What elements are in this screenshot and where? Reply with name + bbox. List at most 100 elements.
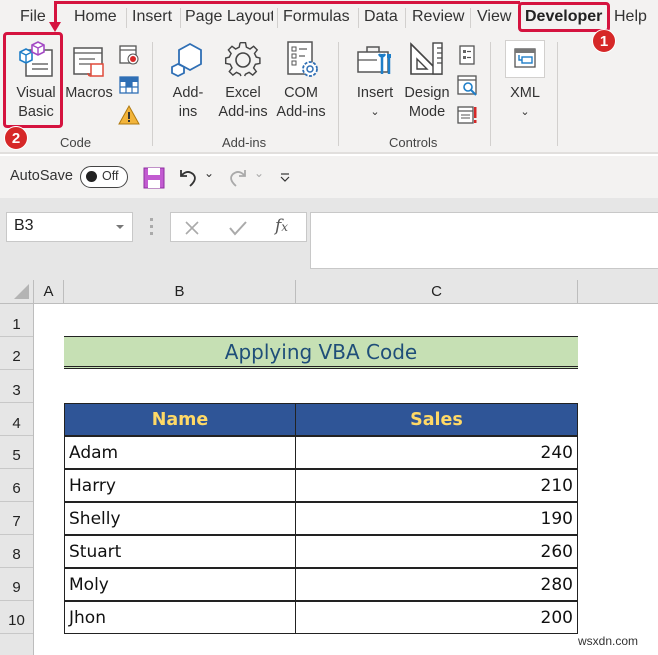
xml-button[interactable]: XML ⌄ bbox=[505, 40, 545, 122]
design-mode-button[interactable]: Design Mode bbox=[402, 40, 452, 122]
row-header-10[interactable]: 10 bbox=[0, 601, 33, 634]
com-add-ins-button[interactable]: COM Add-ins bbox=[272, 40, 330, 122]
formula-input[interactable] bbox=[310, 212, 658, 269]
cell-name[interactable]: Moly bbox=[64, 568, 296, 601]
macros-button[interactable]: Macros bbox=[64, 40, 114, 103]
row-header-4[interactable]: 4 bbox=[0, 403, 33, 436]
row-header-8[interactable]: 8 bbox=[0, 535, 33, 568]
cell-sales[interactable]: 210 bbox=[295, 469, 578, 502]
cell-sales[interactable]: 260 bbox=[295, 535, 578, 568]
customize-qat-icon[interactable] bbox=[279, 172, 291, 184]
row-header-3[interactable]: 3 bbox=[0, 370, 33, 403]
column-header-b[interactable]: B bbox=[64, 280, 296, 304]
group-divider bbox=[338, 42, 339, 146]
step-1-badge: 1 bbox=[592, 29, 616, 53]
header-name[interactable]: Name bbox=[64, 403, 296, 436]
enter-check-icon[interactable] bbox=[229, 220, 247, 236]
properties-icon[interactable] bbox=[456, 44, 478, 66]
design-mode-label-1: Design bbox=[404, 85, 450, 101]
controls-group-label: Controls bbox=[389, 135, 438, 150]
redo-dropdown-icon[interactable]: ⌄ bbox=[254, 166, 264, 180]
tab-help[interactable]: Help bbox=[614, 6, 647, 28]
row-header-7[interactable]: 7 bbox=[0, 502, 33, 535]
view-code-icon[interactable] bbox=[456, 74, 478, 96]
insert-control-label: Insert bbox=[356, 85, 394, 101]
sheet-title-cell[interactable]: Applying VBA Code bbox=[64, 336, 578, 369]
design-mode-label-2: Mode bbox=[408, 104, 446, 120]
redo-icon[interactable] bbox=[227, 166, 249, 188]
tab-divider bbox=[358, 8, 359, 28]
com-add-ins-label-1: COM bbox=[284, 85, 318, 101]
autosave-toggle[interactable]: Off bbox=[80, 166, 128, 188]
cell-name[interactable]: Adam bbox=[64, 436, 296, 469]
row-header-1[interactable]: 1 bbox=[0, 304, 33, 337]
annotation-arrow-line bbox=[54, 1, 520, 4]
undo-dropdown-icon[interactable]: ⌄ bbox=[204, 166, 214, 180]
tab-review[interactable]: Review bbox=[412, 6, 464, 28]
name-box[interactable]: B3 bbox=[6, 212, 133, 242]
select-all-button[interactable] bbox=[0, 280, 34, 304]
run-dialog-icon[interactable] bbox=[456, 104, 478, 126]
tab-view[interactable]: View bbox=[477, 6, 511, 28]
macro-security-icon[interactable] bbox=[118, 104, 140, 126]
row-header-9[interactable]: 9 bbox=[0, 568, 33, 601]
add-ins-button[interactable]: Add- ins bbox=[165, 40, 211, 122]
cell-name[interactable]: Shelly bbox=[64, 502, 296, 535]
cell-sales[interactable]: 200 bbox=[295, 601, 578, 634]
insert-function-icon[interactable]: fx bbox=[275, 216, 288, 236]
xml-icon-frame bbox=[505, 40, 545, 78]
add-ins-group-label: Add-ins bbox=[222, 135, 267, 150]
chevron-down-icon: ⌄ bbox=[370, 106, 380, 118]
code-group-label: Code bbox=[60, 135, 92, 150]
add-ins-label-1: Add- bbox=[172, 85, 204, 101]
chevron-down-icon: ⌄ bbox=[520, 106, 530, 118]
chevron-down-icon[interactable] bbox=[116, 225, 124, 229]
record-macro-icon[interactable] bbox=[118, 44, 140, 66]
undo-icon[interactable] bbox=[177, 166, 199, 188]
column-header-a[interactable]: A bbox=[34, 280, 64, 304]
group-divider bbox=[557, 42, 558, 146]
cell-sales[interactable]: 280 bbox=[295, 568, 578, 601]
autosave-state: Off bbox=[102, 169, 119, 183]
save-icon[interactable] bbox=[143, 167, 165, 189]
macros-icon bbox=[73, 47, 104, 77]
tab-page-layout[interactable]: Page Layout bbox=[185, 6, 273, 28]
excel-add-ins-button[interactable]: Excel Add-ins bbox=[215, 40, 271, 122]
cell-name[interactable]: Stuart bbox=[64, 535, 296, 568]
com-add-ins-icon bbox=[287, 41, 318, 77]
cell-name[interactable]: Harry bbox=[64, 469, 296, 502]
tab-formulas[interactable]: Formulas bbox=[283, 6, 350, 28]
column-header-d[interactable] bbox=[578, 280, 658, 304]
tab-insert[interactable]: Insert bbox=[132, 6, 172, 28]
gear-icon bbox=[224, 41, 261, 77]
row-header-5[interactable]: 5 bbox=[0, 436, 33, 469]
row-header-6[interactable]: 6 bbox=[0, 469, 33, 502]
cell-name[interactable]: Jhon bbox=[64, 601, 296, 634]
developer-tab-highlight bbox=[518, 2, 610, 32]
tab-data[interactable]: Data bbox=[364, 6, 398, 28]
watermark: wsxdn.com bbox=[578, 634, 639, 648]
excel-add-ins-label-1: Excel bbox=[225, 85, 261, 101]
tab-file[interactable]: File bbox=[20, 6, 46, 28]
add-ins-label-2: ins bbox=[178, 104, 198, 120]
step-2-badge: 2 bbox=[4, 126, 28, 150]
cell-sales[interactable]: 240 bbox=[295, 436, 578, 469]
tab-home[interactable]: Home bbox=[74, 6, 117, 28]
header-sales[interactable]: Sales bbox=[295, 403, 578, 436]
cancel-icon[interactable] bbox=[185, 221, 199, 235]
group-divider bbox=[152, 42, 153, 146]
relative-references-icon[interactable] bbox=[118, 74, 140, 96]
resize-handle-icon[interactable] bbox=[150, 218, 153, 236]
tab-divider bbox=[470, 8, 471, 28]
row-headers: 1 2 3 4 5 6 7 8 9 10 bbox=[0, 304, 34, 655]
toolbox-icon bbox=[357, 46, 391, 74]
macros-label: Macros bbox=[65, 85, 113, 101]
insert-control-button[interactable]: Insert ⌄ bbox=[352, 40, 398, 122]
set-square-icon bbox=[410, 42, 443, 75]
row-header-2[interactable]: 2 bbox=[0, 337, 33, 370]
add-ins-icon bbox=[171, 42, 202, 78]
column-header-c[interactable]: C bbox=[296, 280, 578, 304]
cell-sales[interactable]: 190 bbox=[295, 502, 578, 535]
visual-basic-highlight bbox=[3, 32, 63, 128]
tab-divider bbox=[126, 8, 127, 28]
